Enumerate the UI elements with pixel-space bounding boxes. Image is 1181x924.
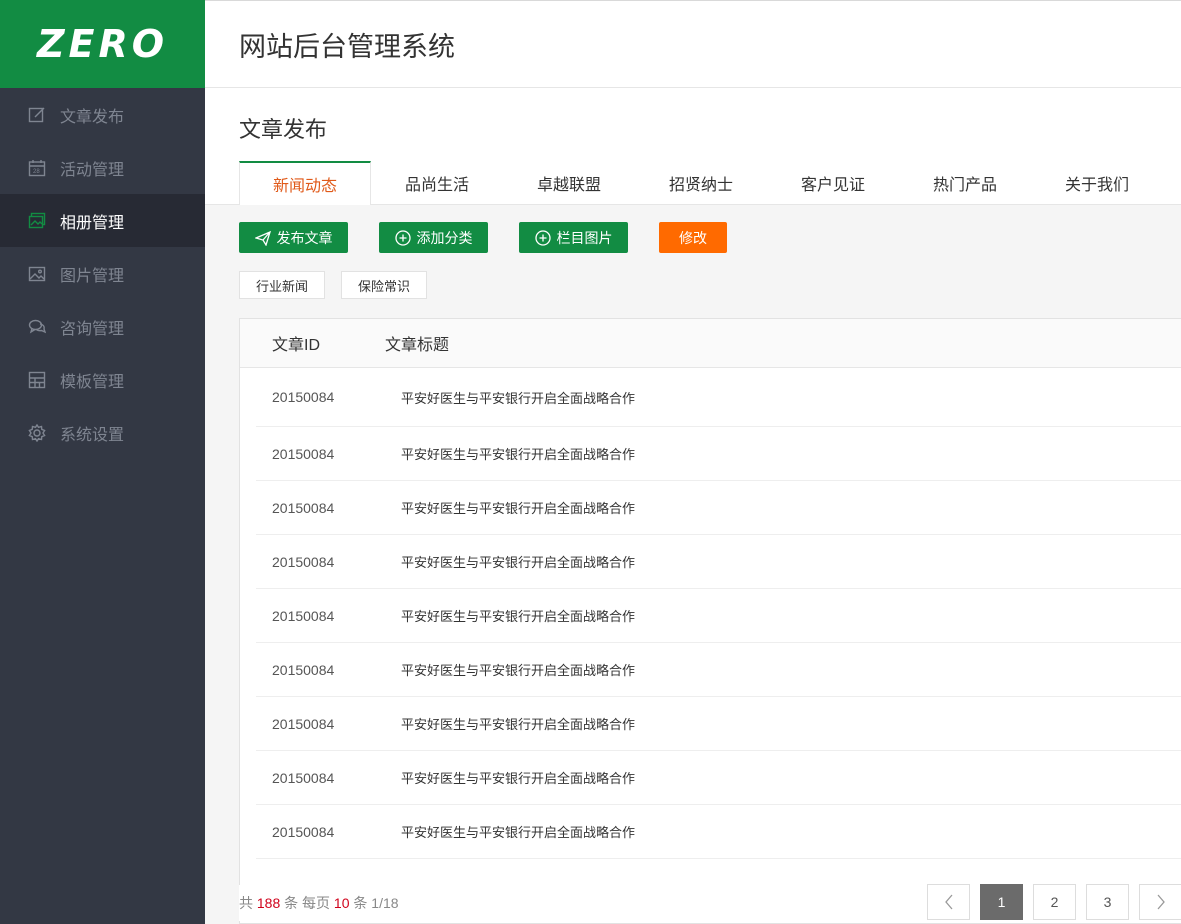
page-button-3[interactable]: 3 (1086, 884, 1129, 920)
per-page-count: 10 (333, 895, 350, 911)
tab-recruit[interactable]: 招贤纳士 (635, 161, 767, 204)
table-row[interactable]: 20150084 平安好医生与平安银行开启全面战略合作 (256, 481, 1181, 535)
total-count: 188 (256, 895, 281, 911)
edit-icon (28, 106, 46, 124)
sidebar-item-label: 文章发布 (60, 108, 125, 126)
edit-label: 修改 (679, 229, 707, 246)
article-id: 20150084 (272, 661, 335, 678)
album-icon (28, 212, 46, 230)
tab-bar: 新闻动态 品尚生活 卓越联盟 招贤纳士 客户见证 热门产品 关于我们 (239, 161, 1163, 205)
chevron-left-icon (943, 893, 955, 911)
article-id: 20150084 (272, 445, 335, 462)
article-id: 20150084 (272, 607, 335, 624)
chevron-right-icon (1155, 893, 1167, 911)
category-filters: 行业新闻 保险常识 (239, 271, 428, 299)
tab-lifestyle[interactable]: 品尚生活 (371, 161, 503, 204)
category-industry-news[interactable]: 行业新闻 (239, 271, 326, 299)
table-row[interactable]: 20150084 平安好医生与平安银行开启全面战略合作 (256, 368, 1181, 427)
table-row[interactable]: 20150084 平安好医生与平安银行开启全面战略合作 (256, 697, 1181, 751)
app-title: 网站后台管理系统 (239, 31, 455, 62)
article-title[interactable]: 平安好医生与平安银行开启全面战略合作 (401, 768, 1181, 787)
sidebar-item-album[interactable]: 相册管理 (0, 194, 205, 247)
tab-testimonials[interactable]: 客户见证 (767, 161, 899, 204)
app-header: 网站后台管理系统 (205, 1, 1181, 88)
sidebar-item-label: 模板管理 (60, 373, 125, 391)
article-table: 文章ID 文章标题 20150084 平安好医生与平安银行开启全面战略合作 20… (239, 318, 1181, 924)
article-id: 20150084 (272, 553, 335, 570)
article-title[interactable]: 平安好医生与平安银行开启全面战略合作 (401, 444, 1181, 463)
per-page-suffix: 条 1/18 (353, 895, 399, 911)
sidebar-item-consult[interactable]: 咨询管理 (0, 300, 205, 353)
page-button-2[interactable]: 2 (1033, 884, 1076, 920)
table-row[interactable]: 20150084 平安好医生与平安银行开启全面战略合作 (256, 535, 1181, 589)
publish-article-button[interactable]: 发布文章 (239, 222, 348, 253)
category-insurance-knowledge[interactable]: 保险常识 (341, 271, 428, 299)
article-title[interactable]: 平安好医生与平安银行开启全面战略合作 (401, 552, 1181, 571)
column-header-id: 文章ID (272, 337, 321, 354)
article-id: 20150084 (272, 715, 335, 732)
column-image-label: 栏目图片 (556, 229, 613, 246)
sidebar-item-template[interactable]: 模板管理 (0, 353, 205, 406)
edit-button[interactable]: 修改 (659, 222, 727, 253)
tab-about[interactable]: 关于我们 (1031, 161, 1163, 204)
table-header: 文章ID 文章标题 (240, 319, 1181, 368)
article-title[interactable]: 平安好医生与平安银行开启全面战略合作 (401, 388, 1181, 407)
article-title[interactable]: 平安好医生与平安银行开启全面战略合作 (401, 606, 1181, 625)
gear-icon (28, 423, 46, 442)
svg-text:28: 28 (33, 169, 40, 175)
publish-article-label: 发布文章 (276, 229, 333, 246)
main-content: 文章发布 新闻动态 品尚生活 卓越联盟 招贤纳士 客户见证 热门产品 关于我们 … (205, 88, 1181, 924)
sidebar: ZERO 文章发布 28 活动管理 相册管理 图片管理 咨询管理 模板管理 系统… (0, 0, 205, 924)
sidebar-item-label: 相册管理 (60, 214, 125, 232)
page-title: 文章发布 (239, 117, 328, 142)
pagination: 1 2 3 (927, 884, 1181, 920)
sidebar-item-image[interactable]: 图片管理 (0, 247, 205, 300)
plus-circle-icon (534, 229, 551, 246)
send-icon (254, 230, 271, 246)
table-row[interactable]: 20150084 平安好医生与平安银行开启全面战略合作 (256, 805, 1181, 859)
article-id: 20150084 (272, 823, 335, 840)
tab-products[interactable]: 热门产品 (899, 161, 1031, 204)
table-row[interactable]: 20150084 平安好医生与平安银行开启全面战略合作 (256, 643, 1181, 697)
article-title[interactable]: 平安好医生与平安银行开启全面战略合作 (401, 822, 1181, 841)
tab-news[interactable]: 新闻动态 (239, 161, 371, 205)
article-id: 20150084 (272, 389, 335, 405)
sidebar-item-article-publish[interactable]: 文章发布 (0, 88, 205, 141)
calendar-icon: 28 (28, 159, 46, 177)
column-image-button[interactable]: 栏目图片 (519, 222, 628, 253)
table-row[interactable]: 20150084 平安好医生与平安银行开启全面战略合作 (256, 751, 1181, 805)
article-title[interactable]: 平安好医生与平安银行开启全面战略合作 (401, 660, 1181, 679)
page-button-1[interactable]: 1 (980, 884, 1023, 920)
prev-page-button[interactable] (927, 884, 970, 920)
add-category-button[interactable]: 添加分类 (379, 222, 488, 253)
add-category-label: 添加分类 (416, 229, 473, 246)
sidebar-item-activity[interactable]: 28 活动管理 (0, 141, 205, 194)
column-header-title: 文章标题 (385, 337, 450, 354)
layout-icon (28, 371, 46, 389)
table-row[interactable]: 20150084 平安好医生与平安银行开启全面战略合作 (256, 589, 1181, 643)
total-prefix: 共 (239, 895, 253, 911)
next-page-button[interactable] (1139, 884, 1181, 920)
action-toolbar: 发布文章 添加分类 栏目图片 修改 (239, 222, 727, 253)
article-title[interactable]: 平安好医生与平安银行开启全面战略合作 (401, 498, 1181, 517)
total-suffix: 条 每页 (284, 895, 331, 911)
sidebar-nav: 文章发布 28 活动管理 相册管理 图片管理 咨询管理 模板管理 系统设置 (0, 88, 205, 459)
sidebar-item-settings[interactable]: 系统设置 (0, 406, 205, 459)
sidebar-item-label: 系统设置 (60, 426, 125, 444)
article-id: 20150084 (272, 769, 335, 786)
sidebar-item-label: 咨询管理 (60, 320, 125, 338)
chat-icon (28, 318, 46, 336)
tab-alliance[interactable]: 卓越联盟 (503, 161, 635, 204)
logo[interactable]: ZERO (0, 0, 205, 88)
article-title[interactable]: 平安好医生与平安银行开启全面战略合作 (401, 714, 1181, 733)
sidebar-item-label: 图片管理 (60, 267, 125, 285)
sidebar-item-label: 活动管理 (60, 161, 125, 179)
article-id: 20150084 (272, 499, 335, 516)
pagination-summary: 共 188 条 每页 10 条 1/18 (239, 885, 399, 921)
table-row[interactable]: 20150084 平安好医生与平安银行开启全面战略合作 (256, 427, 1181, 481)
image-icon (28, 265, 46, 283)
plus-circle-icon (394, 229, 411, 246)
